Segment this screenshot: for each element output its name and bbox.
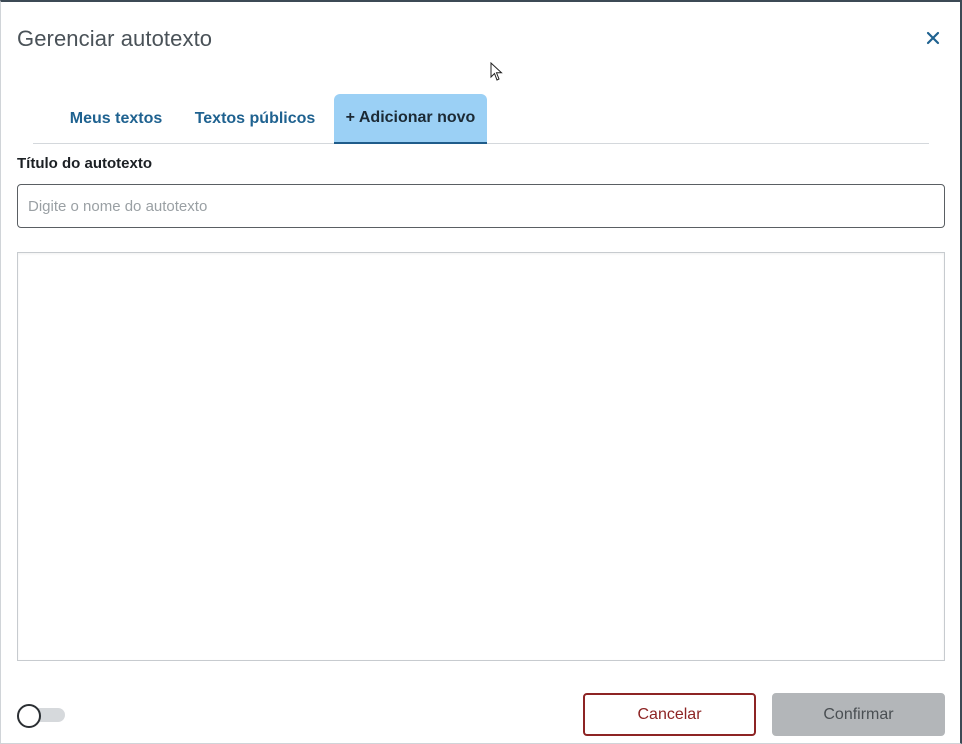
public-toggle[interactable]	[17, 704, 65, 728]
tab-meus-textos[interactable]: Meus textos	[57, 94, 175, 143]
confirm-button[interactable]: Confirmar	[772, 693, 945, 736]
autotext-title-input[interactable]	[17, 184, 945, 228]
close-icon	[926, 31, 940, 45]
cancel-button[interactable]: Cancelar	[583, 693, 756, 736]
autotext-title-label: Título do autotexto	[17, 155, 152, 172]
autotext-body-editor[interactable]	[17, 252, 945, 661]
autotext-dialog: Gerenciar autotexto Meus textos Textos p…	[0, 0, 962, 744]
close-button[interactable]	[921, 26, 945, 50]
tab-textos-publicos[interactable]: Textos públicos	[185, 94, 325, 143]
tab-bar: Meus textos Textos públicos + Adicionar …	[33, 94, 929, 144]
toggle-knob	[17, 704, 41, 728]
mouse-cursor-icon	[490, 62, 503, 81]
dialog-title: Gerenciar autotexto	[17, 26, 213, 51]
tab-adicionar-novo[interactable]: + Adicionar novo	[334, 94, 487, 144]
